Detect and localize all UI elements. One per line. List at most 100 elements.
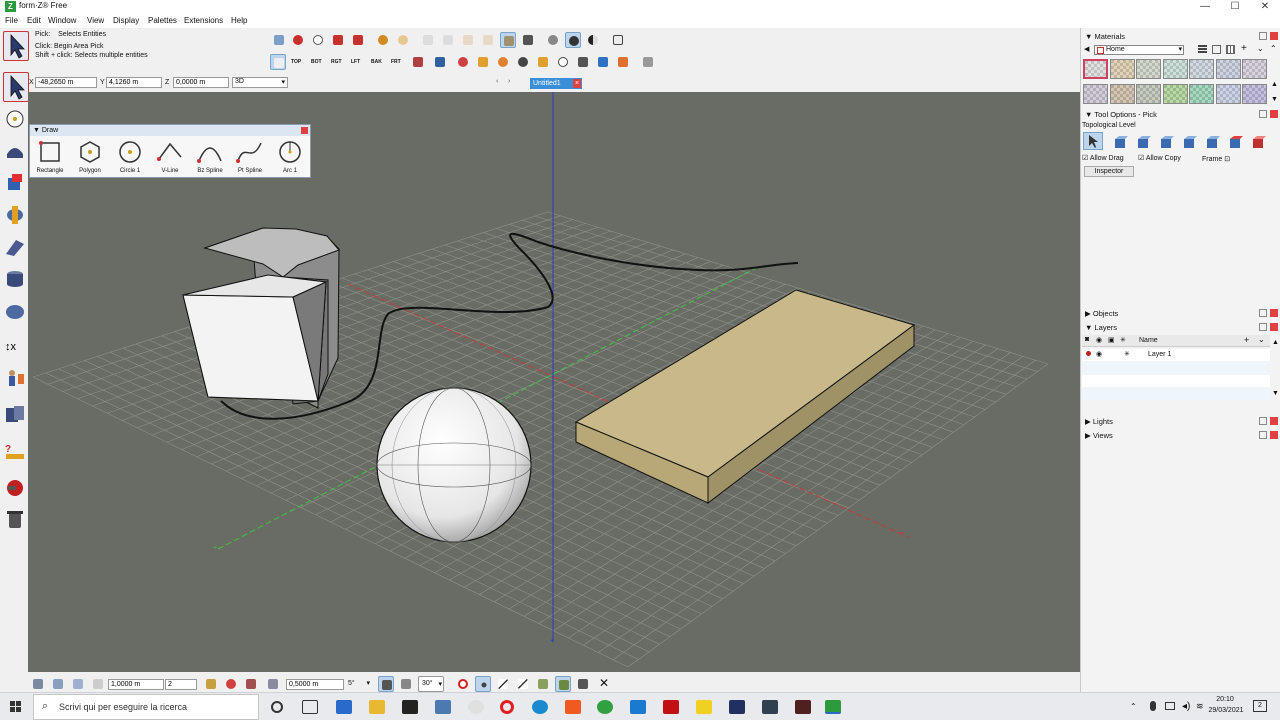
extrude-tool[interactable] — [4, 172, 26, 196]
tool-options-options-icon[interactable] — [1259, 110, 1267, 118]
pick-tool-side-button[interactable] — [3, 72, 29, 102]
list-view-icon[interactable] — [1198, 45, 1207, 54]
circle-tool[interactable]: Circle 1 — [111, 139, 149, 177]
snap-magnet-button[interactable] — [223, 676, 239, 692]
chrome-icon[interactable] — [597, 700, 613, 714]
lights-options-icon[interactable] — [1259, 417, 1267, 425]
text-tool[interactable]: ? — [4, 440, 26, 464]
transform-tool[interactable]: ↕x — [4, 336, 26, 360]
snap-icon[interactable]: ✳ — [1124, 350, 1130, 358]
materials-section-header[interactable]: ▼ Materials — [1085, 32, 1125, 41]
network-icon[interactable] — [1165, 702, 1175, 710]
grid-settings-button[interactable] — [640, 54, 656, 70]
look-button[interactable] — [515, 54, 531, 70]
task-view-icon[interactable] — [302, 700, 318, 714]
store-icon[interactable] — [402, 700, 418, 714]
rectangle-tool[interactable]: Rectangle — [31, 139, 69, 177]
layers-options-icon[interactable] — [1259, 323, 1267, 331]
no-snap-button[interactable] — [455, 676, 471, 692]
topo-group-button[interactable] — [1250, 134, 1268, 150]
zoom-all-button[interactable] — [615, 54, 631, 70]
slab-object[interactable] — [574, 289, 916, 505]
paste-button[interactable] — [460, 32, 476, 48]
app-yellow-icon[interactable] — [696, 700, 712, 714]
materials-close-icon[interactable] — [1270, 32, 1278, 40]
half-tone-button[interactable] — [585, 32, 601, 48]
perpendicular-snap-button[interactable] — [378, 676, 394, 692]
topo-outline-button[interactable] — [1158, 134, 1176, 150]
view-persp-button[interactable] — [432, 54, 448, 70]
app-red-icon[interactable] — [663, 700, 679, 714]
view-left-button[interactable]: LFT — [350, 54, 366, 70]
menu-display[interactable]: Display — [113, 16, 139, 25]
maximize-button[interactable]: ☐ — [1220, 0, 1250, 14]
material-swatch[interactable] — [1162, 84, 1188, 104]
add-layer-icon[interactable]: + — [1244, 335, 1249, 345]
material-swatch[interactable] — [1136, 59, 1161, 79]
scene-canvas[interactable]: + + + — [28, 92, 1080, 672]
zoom-button[interactable] — [555, 54, 571, 70]
segment-snap-button[interactable] — [495, 676, 511, 692]
vector-line-tool[interactable]: V-Line — [151, 139, 189, 177]
tray-time[interactable]: 20:10 — [1210, 696, 1240, 703]
undo-button[interactable] — [375, 32, 391, 48]
cortana-icon[interactable] — [271, 701, 283, 713]
menu-extensions[interactable]: Extensions — [184, 16, 223, 25]
primitive-solid-tool[interactable] — [4, 140, 26, 164]
topo-point-button[interactable] — [1112, 134, 1130, 150]
allow-drag-checkbox[interactable]: ☑ — [1082, 155, 1088, 162]
objects-options-icon[interactable] — [1259, 309, 1267, 317]
open-file-button[interactable] — [271, 32, 287, 48]
sphere-object[interactable] — [376, 387, 532, 543]
paint3d-icon[interactable] — [468, 700, 484, 714]
topo-object-button[interactable] — [1083, 132, 1103, 150]
app-blue-icon[interactable] — [630, 700, 646, 714]
document-tab[interactable]: Untitled1 × — [530, 78, 582, 89]
topo-hole-button[interactable] — [1204, 134, 1222, 150]
view-top-button[interactable]: TOP — [290, 54, 306, 70]
y-coordinate-field[interactable] — [106, 77, 162, 88]
view-front-button[interactable]: FRT — [390, 54, 406, 70]
bezier-spline-tool[interactable]: Bz Spline — [191, 139, 229, 177]
grid-toggle-button[interactable] — [30, 676, 46, 692]
menu-help[interactable]: Help — [231, 16, 247, 25]
layers-scroll-up-icon[interactable]: ▲ — [1272, 339, 1279, 346]
material-swatch[interactable] — [1109, 59, 1135, 79]
layers-close-icon[interactable] — [1270, 323, 1278, 331]
taskbar-search-box[interactable]: ⌕ Scrivi qui per eseguire la ricerca — [33, 694, 259, 720]
single-view-icon[interactable] — [1212, 45, 1221, 54]
x-coordinate-field[interactable] — [35, 77, 97, 88]
smooth-mesh-tool[interactable] — [4, 300, 26, 324]
chevron-down-icon[interactable]: ⌄ — [1258, 335, 1265, 344]
volume-icon[interactable]: ◂) — [1182, 701, 1190, 712]
materials-scroll-down-icon[interactable]: ▼ — [1271, 96, 1278, 103]
material-swatch[interactable] — [1215, 59, 1241, 79]
material-swatch[interactable] — [1189, 59, 1214, 79]
grid-size-field[interactable] — [108, 679, 164, 690]
pan-button[interactable] — [535, 54, 551, 70]
tool-options-close-icon[interactable] — [1270, 110, 1278, 118]
formz-taskbar-icon[interactable] — [825, 700, 841, 714]
layer-row[interactable]: ◉ ✳ Layer 1 — [1082, 349, 1270, 361]
snap-delete-button[interactable] — [243, 676, 259, 692]
wifi-icon[interactable]: ≋ — [1196, 701, 1204, 712]
topo-face-button[interactable] — [1181, 134, 1199, 150]
z-coordinate-field[interactable] — [173, 77, 229, 88]
render-button[interactable] — [545, 32, 561, 48]
snap-distance-field[interactable] — [286, 679, 344, 690]
shaded-mode-button[interactable] — [500, 32, 516, 48]
clear-button[interactable] — [480, 32, 496, 48]
orbit-button[interactable] — [455, 54, 471, 70]
material-swatch[interactable] — [1242, 84, 1267, 104]
tool-options-section-header[interactable]: ▼ Tool Options - Pick — [1085, 110, 1157, 119]
windows-start-icon[interactable] — [10, 701, 22, 713]
view-right-button[interactable]: RGT — [330, 54, 346, 70]
l-block-object[interactable] — [182, 227, 340, 409]
notification-center-icon[interactable]: 2 — [1253, 700, 1267, 712]
cancel-button[interactable] — [310, 32, 326, 48]
lights-section-header[interactable]: ▶ Lights — [1085, 417, 1113, 426]
tray-chevron-icon[interactable]: ⌃ — [1130, 702, 1137, 711]
close-tab-icon[interactable]: × — [573, 79, 581, 88]
views-options-icon[interactable] — [1259, 431, 1267, 439]
microphone-icon[interactable] — [1150, 701, 1156, 711]
